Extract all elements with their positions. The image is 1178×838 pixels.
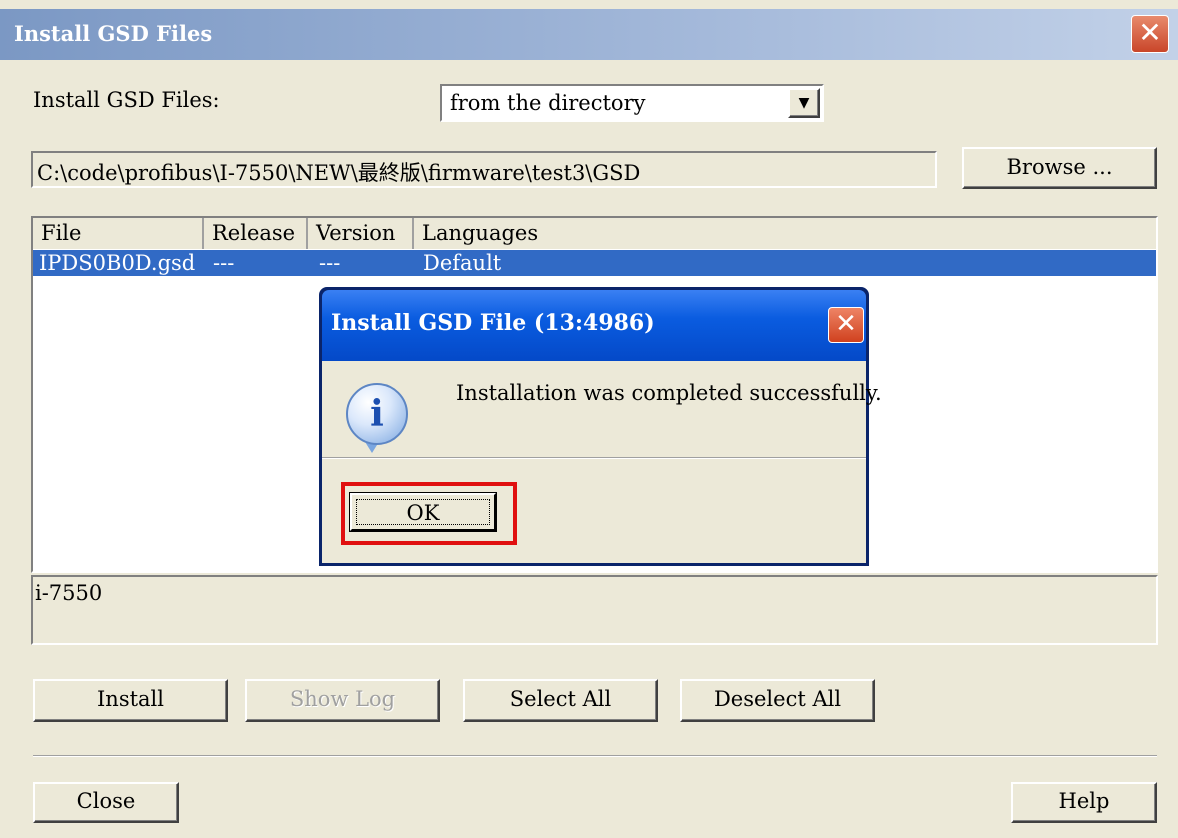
dialog-message: Installation was completed successfully. (456, 381, 882, 405)
close-icon: ✕ (1138, 16, 1162, 49)
table-row[interactable]: IPDS0B0D.gsd --- --- Default (33, 250, 1156, 276)
column-header-release[interactable]: Release (204, 218, 308, 249)
column-header-languages[interactable]: Languages (414, 218, 1156, 249)
install-source-label: Install GSD Files: (33, 88, 220, 112)
deselect-all-label: Deselect All (713, 687, 842, 711)
cell-version: --- (319, 251, 341, 275)
close-icon: ✕ (835, 309, 857, 339)
info-icon: i (346, 383, 408, 445)
show-log-button[interactable]: Show Log (245, 679, 440, 722)
dialog-body: i Installation was completed successfull… (322, 361, 882, 563)
select-all-button[interactable]: Select All (463, 679, 658, 722)
divider (33, 755, 1157, 757)
dropdown-arrow-button[interactable]: ▼ (788, 88, 820, 118)
install-button[interactable]: Install (33, 679, 228, 722)
browse-button[interactable]: Browse ... (962, 147, 1157, 189)
show-log-label: Show Log (289, 687, 396, 711)
column-header-file[interactable]: File (33, 218, 204, 249)
install-source-value: from the directory (450, 91, 646, 115)
window-titlebar[interactable]: Install GSD Files (0, 9, 1178, 60)
cell-file: IPDS0B0D.gsd (39, 251, 196, 275)
dialog-close-button[interactable]: ✕ (828, 307, 864, 343)
install-complete-dialog: Install GSD File (13:4986) ✕ i Installat… (319, 287, 882, 566)
close-button[interactable]: Close (33, 782, 179, 823)
browse-label: Browse ... (1006, 155, 1113, 179)
ok-button[interactable]: OK (349, 492, 497, 532)
window-title: Install GSD Files (14, 21, 213, 46)
list-header: File Release Version Languages (33, 218, 1156, 249)
deselect-all-button[interactable]: Deselect All (680, 679, 875, 722)
chevron-down-icon: ▼ (798, 95, 810, 111)
ok-label: OK (356, 499, 490, 525)
path-field[interactable]: C:\code\profibus\I-7550\NEW\最終版\firmware… (31, 151, 937, 188)
window-close-button[interactable]: ✕ (1131, 15, 1169, 53)
close-label: Close (76, 789, 136, 813)
description-box: i-7550 (31, 575, 1158, 645)
cell-languages: Default (423, 251, 502, 275)
description-text: i-7550 (35, 581, 103, 605)
dialog-divider (322, 457, 866, 459)
path-value: C:\code\profibus\I-7550\NEW\最終版\firmware… (37, 161, 641, 185)
install-label: Install (97, 687, 164, 711)
dialog-titlebar[interactable]: Install GSD File (13:4986) ✕ (322, 290, 866, 361)
install-source-dropdown[interactable]: from the directory ▼ (440, 84, 824, 122)
help-button[interactable]: Help (1011, 782, 1157, 823)
column-header-version[interactable]: Version (308, 218, 414, 249)
help-label: Help (1058, 789, 1110, 813)
cell-release: --- (213, 251, 235, 275)
dialog-title: Install GSD File (13:4986) (331, 310, 655, 336)
select-all-label: Select All (509, 687, 612, 711)
